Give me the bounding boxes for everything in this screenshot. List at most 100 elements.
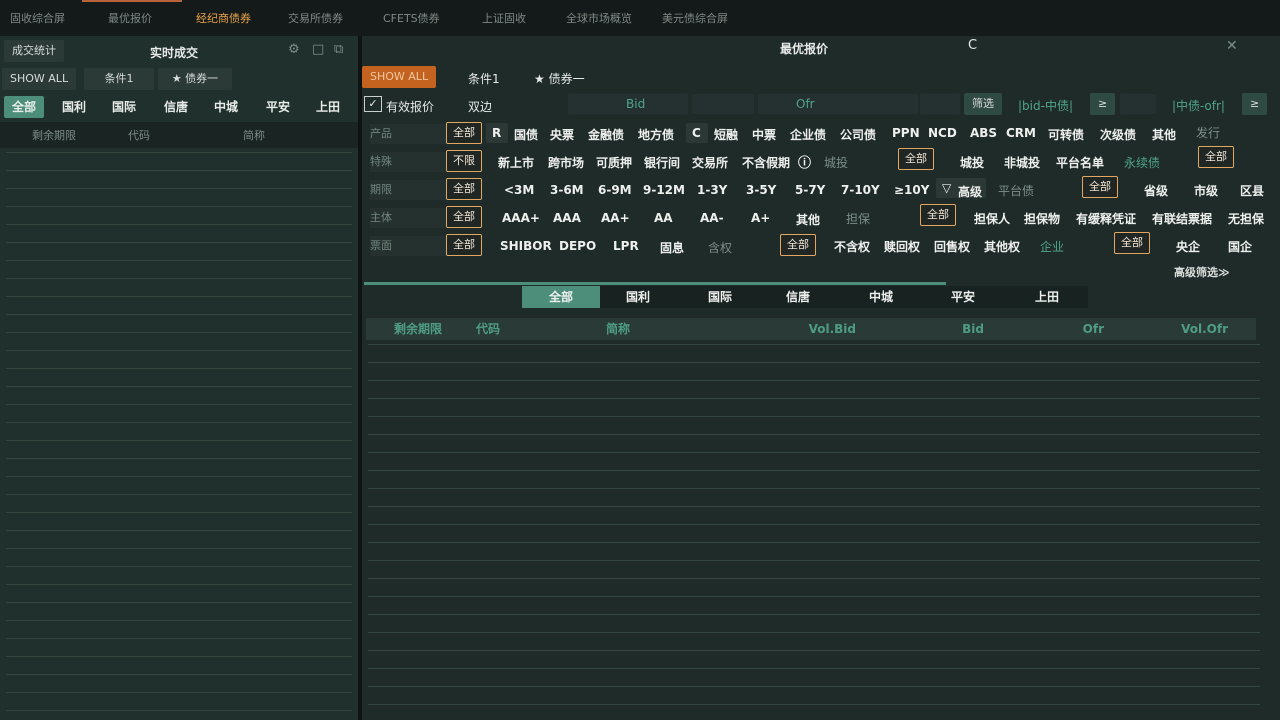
tab-cfets-bonds[interactable]: CFETS债券 <box>383 10 440 26</box>
rating-other[interactable]: 其他 <box>796 211 820 228</box>
product-subordinated[interactable]: 次级债 <box>1100 126 1136 143</box>
term-5-7y[interactable]: 5-7Y <box>795 183 825 197</box>
product-central-bill[interactable]: 央票 <box>550 126 574 143</box>
special-interbank[interactable]: 银行间 <box>644 154 680 171</box>
rating-aa-plus[interactable]: AA+ <box>601 211 630 225</box>
segment-xintang[interactable]: 信唐 <box>786 286 810 308</box>
linked-note[interactable]: 有联结票据 <box>1152 210 1212 227</box>
coupon-fixed[interactable]: 固息 <box>660 239 684 256</box>
no-guarantee[interactable]: 无担保 <box>1228 210 1264 227</box>
product-local-gov[interactable]: 地方债 <box>638 126 674 143</box>
col-ofr[interactable]: Ofr <box>990 318 1108 340</box>
segment-zhongcheng[interactable]: 中城 <box>214 96 238 118</box>
special-all-chip[interactable]: 不限 <box>446 150 482 172</box>
special-cross-market[interactable]: 跨市场 <box>548 154 584 171</box>
segment-xintang[interactable]: 信唐 <box>164 96 188 118</box>
tab-global-market[interactable]: 全球市场概览 <box>566 10 632 26</box>
ge-button-2[interactable]: ≥ <box>1242 93 1268 115</box>
funnel-icon[interactable]: ▽ <box>942 181 951 195</box>
term-9-12m[interactable]: 9-12M <box>643 183 685 197</box>
bid-mid-input[interactable] <box>1120 94 1156 114</box>
segment-pingan[interactable]: 平安 <box>951 286 975 308</box>
product-all-chip[interactable]: 全部 <box>446 122 482 144</box>
level-district[interactable]: 区县 <box>1240 182 1264 199</box>
splitter-handle[interactable] <box>364 282 946 285</box>
bond-group-button[interactable]: ★ 债券一 <box>158 68 232 90</box>
segment-all[interactable]: 全部 <box>4 96 45 118</box>
coupon-shibor[interactable]: SHIBOR <box>500 239 552 253</box>
window-icon[interactable]: □ <box>312 42 324 57</box>
special-no-holiday[interactable]: 不含假期 <box>742 154 790 171</box>
term-6-9m[interactable]: 6-9M <box>598 183 632 197</box>
product-crm[interactable]: CRM <box>1006 126 1036 140</box>
term-lt3m[interactable]: <3M <box>504 183 534 197</box>
option-call[interactable]: 赎回权 <box>884 238 920 255</box>
level-city[interactable]: 市级 <box>1194 182 1218 199</box>
rating-aaa[interactable]: AAA <box>553 211 581 225</box>
special-pledgeable[interactable]: 可质押 <box>596 154 632 171</box>
rating-aa-minus[interactable]: AA- <box>700 211 724 225</box>
term-ge10y[interactable]: ≥10Y <box>894 183 929 197</box>
tab-sse-fixed-income[interactable]: 上证固收 <box>482 10 526 26</box>
term-3-5y[interactable]: 3-5Y <box>746 183 776 197</box>
option-put[interactable]: 回售权 <box>934 238 970 255</box>
option-other[interactable]: 其他权 <box>984 238 1020 255</box>
col-remaining-term[interactable]: 剩余期限 <box>390 318 468 340</box>
product-other[interactable]: 其他 <box>1152 126 1176 143</box>
level-province[interactable]: 省级 <box>1144 182 1168 199</box>
chengtou-all-chip[interactable]: 全部 <box>898 148 934 170</box>
segment-guoji[interactable]: 国际 <box>708 286 732 308</box>
product-ppn[interactable]: PPN <box>892 126 920 140</box>
filter-button[interactable]: 筛选 <box>964 93 1002 115</box>
tab-fixed-income-overview[interactable]: 固收综合屏 <box>10 10 65 26</box>
product-abs[interactable]: ABS <box>970 126 997 140</box>
special-exchange[interactable]: 交易所 <box>692 154 728 171</box>
ofr-input[interactable] <box>758 94 918 114</box>
coupon-depo[interactable]: DEPO <box>559 239 596 253</box>
product-mtn[interactable]: 中票 <box>752 126 776 143</box>
col-short-name[interactable]: 简称 <box>602 318 750 340</box>
col-code[interactable]: 代码 <box>472 318 600 340</box>
tab-usd-bonds[interactable]: 美元债综合屏 <box>662 10 728 26</box>
subject-all-chip[interactable]: 全部 <box>446 206 482 228</box>
product-corporate[interactable]: 公司债 <box>840 126 876 143</box>
popout-icon[interactable]: ⧉ <box>334 42 343 57</box>
segment-guoji[interactable]: 国际 <box>112 96 136 118</box>
guarantor[interactable]: 担保人 <box>974 210 1010 227</box>
segment-zhongcheng[interactable]: 中城 <box>869 286 893 308</box>
bid-range-input[interactable] <box>692 94 754 114</box>
product-treasury[interactable]: 国债 <box>514 126 538 143</box>
col-remaining-term[interactable]: 剩余期限 <box>32 126 76 146</box>
ge-button-1[interactable]: ≥ <box>1090 93 1116 115</box>
advanced-filter-link[interactable]: 高级筛选≫ <box>1174 264 1230 280</box>
coupon-all-chip[interactable]: 全部 <box>446 234 482 256</box>
option-all-chip[interactable]: 全部 <box>780 234 816 256</box>
rating-a-plus[interactable]: A+ <box>751 211 770 225</box>
perpetual-all-chip[interactable]: 全部 <box>1198 146 1234 168</box>
col-bid[interactable]: Bid <box>862 318 988 340</box>
condition-button[interactable]: 条件1 <box>84 68 154 90</box>
segment-shangtian[interactable]: 上田 <box>1035 286 1059 308</box>
segment-pingan[interactable]: 平安 <box>266 96 290 118</box>
segment-guoli[interactable]: 国利 <box>626 286 650 308</box>
enterprise-central[interactable]: 央企 <box>1176 238 1200 255</box>
option-none[interactable]: 不含权 <box>834 238 870 255</box>
term-1-3y[interactable]: 1-3Y <box>697 183 727 197</box>
product-enterprise[interactable]: 企业债 <box>790 126 826 143</box>
product-r[interactable]: R <box>492 126 501 140</box>
product-c[interactable]: C <box>692 126 701 140</box>
col-vol-bid[interactable]: Vol.Bid <box>752 318 860 340</box>
settings-icon[interactable]: ⚙ <box>288 42 300 57</box>
rating-aaa-plus[interactable]: AAA+ <box>502 211 540 225</box>
col-code[interactable]: 代码 <box>128 126 150 146</box>
bond-group-button[interactable]: ★ 债券一 <box>534 70 585 87</box>
guarantee-all-chip[interactable]: 全部 <box>920 204 956 226</box>
close-icon[interactable]: ✕ <box>1226 38 1238 54</box>
term-3-6m[interactable]: 3-6M <box>550 183 584 197</box>
valid-quote-checkbox[interactable]: ✓ <box>364 96 382 112</box>
col-short-name[interactable]: 简称 <box>243 126 265 146</box>
term-7-10y[interactable]: 7-10Y <box>841 183 880 197</box>
collateral[interactable]: 担保物 <box>1024 210 1060 227</box>
trade-stats-button[interactable]: 成交统计 <box>4 40 64 62</box>
segment-guoli[interactable]: 国利 <box>62 96 86 118</box>
